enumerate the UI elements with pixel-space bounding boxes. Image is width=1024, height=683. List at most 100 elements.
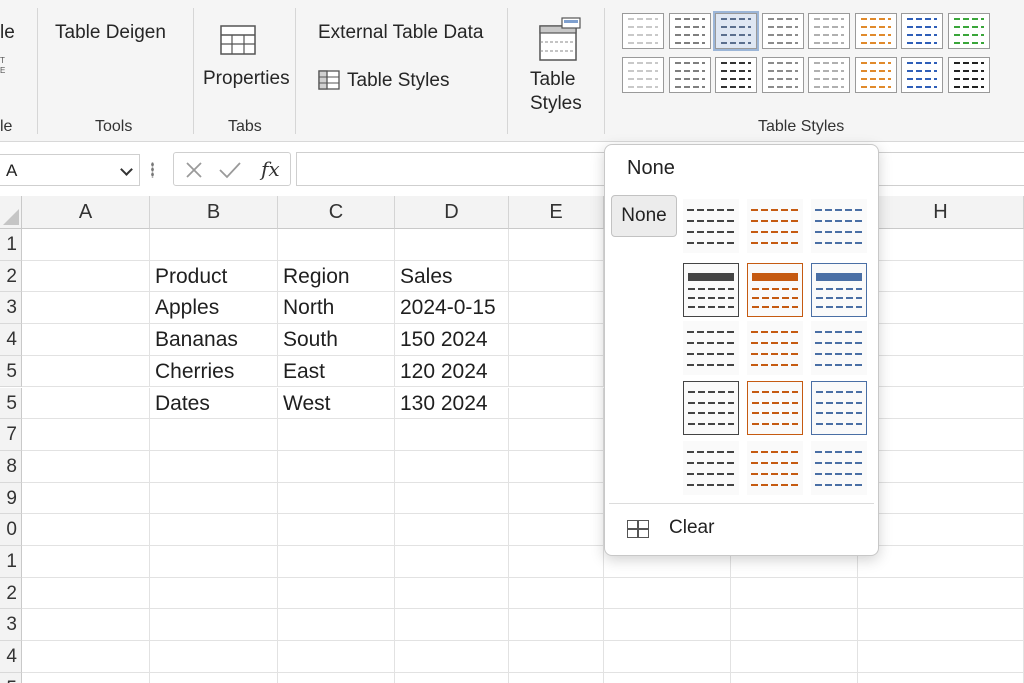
cell[interactable]: Region bbox=[278, 260, 395, 293]
cell[interactable] bbox=[22, 260, 150, 293]
table-style-option[interactable] bbox=[683, 381, 739, 435]
cell[interactable] bbox=[278, 450, 395, 483]
cell[interactable] bbox=[395, 514, 509, 546]
cell[interactable] bbox=[278, 577, 395, 610]
cell[interactable]: West bbox=[278, 387, 395, 420]
cell[interactable] bbox=[22, 546, 150, 578]
row-header[interactable]: 1 bbox=[0, 546, 22, 578]
cell[interactable]: Cherries bbox=[150, 355, 278, 388]
cell[interactable]: North bbox=[278, 292, 395, 325]
cell[interactable] bbox=[858, 514, 1024, 546]
gallery-style-thumb[interactable] bbox=[622, 57, 664, 93]
table-style-option[interactable] bbox=[747, 263, 803, 317]
cell[interactable] bbox=[509, 450, 604, 483]
table-style-option[interactable] bbox=[747, 441, 803, 495]
cell[interactable] bbox=[509, 229, 604, 261]
gallery-style-thumb[interactable] bbox=[761, 57, 804, 93]
cell[interactable]: South bbox=[278, 324, 395, 356]
row-header[interactable]: 0 bbox=[0, 514, 22, 546]
gallery-style-thumb[interactable] bbox=[715, 57, 757, 93]
cell[interactable] bbox=[509, 514, 604, 546]
cell[interactable] bbox=[858, 609, 1024, 642]
cell[interactable]: 120 2024 bbox=[395, 355, 509, 388]
gallery-style-thumb[interactable] bbox=[715, 13, 757, 49]
table-styles-small-button[interactable]: Table Styles bbox=[318, 68, 458, 96]
none-style-button[interactable]: None bbox=[611, 195, 677, 237]
cell[interactable]: Dates bbox=[150, 387, 278, 420]
cell[interactable] bbox=[858, 482, 1024, 515]
table-style-option[interactable] bbox=[683, 199, 739, 253]
row-header[interactable]: 3 bbox=[0, 292, 22, 325]
table-styles-big-button[interactable]: Table Styles bbox=[520, 14, 595, 119]
cell[interactable] bbox=[150, 514, 278, 546]
cell[interactable] bbox=[858, 577, 1024, 610]
table-style-option[interactable] bbox=[811, 263, 867, 317]
cell[interactable] bbox=[604, 641, 731, 673]
cell[interactable] bbox=[731, 672, 858, 683]
gallery-style-thumb[interactable] bbox=[622, 13, 664, 49]
cell[interactable]: 130 2024 bbox=[395, 387, 509, 420]
cell[interactable] bbox=[731, 609, 858, 642]
gallery-style-thumb[interactable] bbox=[901, 57, 943, 93]
gallery-style-thumb[interactable] bbox=[947, 57, 990, 93]
cell[interactable] bbox=[278, 672, 395, 683]
cell[interactable] bbox=[858, 546, 1024, 578]
check-icon[interactable] bbox=[218, 160, 242, 180]
cell[interactable] bbox=[604, 577, 731, 610]
table-style-option[interactable] bbox=[747, 199, 803, 253]
cell[interactable] bbox=[395, 229, 509, 261]
cell[interactable] bbox=[22, 292, 150, 325]
cell[interactable] bbox=[509, 324, 604, 356]
partial-left-label[interactable]: le bbox=[0, 22, 15, 44]
row-header[interactable]: 2 bbox=[0, 577, 22, 610]
cell[interactable] bbox=[395, 609, 509, 642]
gallery-style-thumb[interactable] bbox=[668, 13, 711, 49]
table-style-option[interactable] bbox=[811, 199, 867, 253]
cell[interactable]: 150 2024 bbox=[395, 324, 509, 356]
cell[interactable] bbox=[858, 387, 1024, 420]
cell[interactable] bbox=[395, 546, 509, 578]
cell[interactable] bbox=[858, 450, 1024, 483]
cell[interactable] bbox=[858, 641, 1024, 673]
table-design-button[interactable]: Table Deigen bbox=[55, 22, 166, 44]
chevron-down-icon[interactable] bbox=[120, 163, 133, 176]
cell[interactable] bbox=[22, 577, 150, 610]
gallery-style-thumb[interactable] bbox=[854, 57, 897, 93]
cell[interactable] bbox=[731, 577, 858, 610]
cell[interactable] bbox=[22, 672, 150, 683]
row-header[interactable]: 7 bbox=[0, 419, 22, 451]
cell[interactable] bbox=[509, 260, 604, 293]
cell[interactable] bbox=[150, 672, 278, 683]
table-style-option[interactable] bbox=[811, 381, 867, 435]
cell[interactable] bbox=[509, 546, 604, 578]
row-header[interactable]: 8 bbox=[0, 450, 22, 483]
cell[interactable] bbox=[395, 641, 509, 673]
cell[interactable] bbox=[150, 641, 278, 673]
cell[interactable] bbox=[22, 229, 150, 261]
cell[interactable]: Sales bbox=[395, 260, 509, 293]
cell[interactable] bbox=[150, 577, 278, 610]
cell[interactable]: 2024-0-15 bbox=[395, 292, 509, 325]
cell[interactable] bbox=[858, 324, 1024, 356]
table-style-option[interactable] bbox=[683, 321, 739, 375]
row-header[interactable]: 5 bbox=[0, 387, 22, 420]
gallery-style-thumb[interactable] bbox=[761, 13, 804, 49]
properties-button[interactable]: Properties bbox=[200, 20, 290, 95]
gallery-style-thumb[interactable] bbox=[854, 13, 897, 49]
column-header[interactable]: B bbox=[150, 196, 278, 229]
cell[interactable] bbox=[509, 387, 604, 420]
cell[interactable] bbox=[22, 450, 150, 483]
cancel-icon[interactable] bbox=[184, 160, 204, 180]
cell[interactable] bbox=[278, 419, 395, 451]
table-style-option[interactable] bbox=[811, 441, 867, 495]
cell[interactable] bbox=[858, 292, 1024, 325]
row-header[interactable]: 9 bbox=[0, 482, 22, 515]
gallery-style-thumb[interactable] bbox=[668, 57, 711, 93]
cell[interactable] bbox=[731, 641, 858, 673]
cell[interactable] bbox=[509, 641, 604, 673]
row-header[interactable]: 3 bbox=[0, 609, 22, 642]
table-style-option[interactable] bbox=[683, 263, 739, 317]
cell[interactable] bbox=[22, 514, 150, 546]
cell[interactable] bbox=[509, 292, 604, 325]
cell[interactable] bbox=[395, 577, 509, 610]
